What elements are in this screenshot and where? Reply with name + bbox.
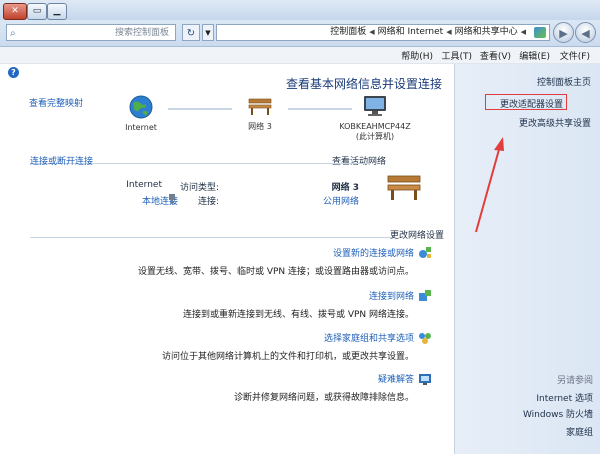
main-content: ? 查看基本网络信息并设置连接 查看完整映射 Internet 网络 3 KOB… bbox=[0, 64, 454, 454]
homegroup-icon bbox=[418, 331, 431, 344]
maximize-window-button[interactable]: ▭ bbox=[27, 3, 47, 20]
close-window-button[interactable]: ✕ bbox=[3, 3, 27, 20]
address-bar-row: ⌕ 搜索控制面板 ↻ ▼ 控制面板 ◀ 网络和 Internet ◀ 网络和共享中心 ◀ … bbox=[0, 20, 600, 47]
sidebar-item-internet-options[interactable]: Internet 选项 bbox=[536, 391, 593, 404]
annotation-arrow bbox=[475, 137, 504, 233]
breadcrumb-item[interactable]: 控制面板 bbox=[330, 27, 366, 37]
homegroup-link[interactable]: 选择家庭组和共享选项 bbox=[162, 331, 414, 344]
sidebar-item-homegroup[interactable]: 家庭组 bbox=[566, 425, 593, 438]
internet-node[interactable]: Internet bbox=[124, 94, 158, 132]
ethernet-icon bbox=[169, 194, 175, 204]
help-icon[interactable]: ? bbox=[8, 67, 19, 78]
full-map-link[interactable]: 查看完整映射 bbox=[29, 96, 83, 109]
see-also-heading: 另请参阅 bbox=[556, 376, 593, 386]
internet-label: Internet bbox=[125, 123, 157, 132]
change-settings-heading: 更改网络设置 bbox=[389, 231, 444, 241]
active-network-name: 网络 3 bbox=[331, 183, 359, 193]
computer-sublabel: (此计算机) bbox=[355, 132, 395, 141]
active-networks-heading: 查看活动网络 bbox=[331, 157, 386, 167]
back-button[interactable]: ◀ bbox=[575, 22, 596, 43]
computer-node: KOBKEAHMCP44Z (此计算机) bbox=[330, 94, 420, 142]
menu-help[interactable]: 帮助(H) bbox=[401, 49, 433, 62]
task-description: 设置无线、宽带、拨号、临时或 VPN 连接；或设置路由器或访问点。 bbox=[137, 267, 414, 277]
task-troubleshoot: 疑难解答 诊断并修复网络问题，或获得故障排除信息。 bbox=[234, 372, 414, 403]
connections-label: 连接: bbox=[197, 197, 219, 207]
network-type-link[interactable]: 公用网络 bbox=[323, 194, 359, 207]
access-type-value: Internet bbox=[126, 180, 162, 190]
sidebar-item-change-adapter-settings[interactable]: 更改适配器设置 bbox=[500, 97, 563, 110]
sidebar-item-windows-firewall[interactable]: Windows 防火墙 bbox=[523, 407, 593, 420]
connect-disconnect-link[interactable]: 连接或断开连接 bbox=[30, 154, 93, 167]
connect-network-link[interactable]: 连接到网络 bbox=[183, 289, 414, 302]
chevron-icon: ◀ bbox=[369, 28, 375, 36]
page-title: 查看基本网络信息并设置连接 bbox=[285, 77, 442, 91]
bench-icon bbox=[248, 98, 272, 115]
menu-view[interactable]: 查看(V) bbox=[480, 49, 511, 62]
network-node: 网络 3 bbox=[240, 96, 280, 132]
breadcrumb-item[interactable]: 网络和共享中心 bbox=[455, 27, 518, 37]
search-icon: ⌕ bbox=[10, 28, 16, 39]
menu-file[interactable]: 文件(F) bbox=[560, 49, 590, 62]
chevron-icon: ◀ bbox=[520, 28, 526, 36]
globe-icon bbox=[129, 95, 153, 119]
connect-network-icon bbox=[418, 289, 431, 302]
control-panel-icon bbox=[534, 27, 546, 38]
title-bar: ✕ ▭ ▁ bbox=[0, 0, 600, 20]
sidebar-item-advanced-sharing[interactable]: 更改高级共享设置 bbox=[519, 116, 591, 129]
minimize-window-button[interactable]: ▁ bbox=[47, 3, 67, 20]
refresh-button[interactable]: ↻ bbox=[182, 24, 200, 41]
sidebar: 控制面板主页 更改适配器设置 更改高级共享设置 另请参阅 Internet 选项… bbox=[454, 64, 600, 454]
task-description: 诊断并修复网络问题，或获得故障排除信息。 bbox=[233, 393, 414, 403]
menu-bar: 文件(F) 编辑(E) 查看(V) 工具(T) 帮助(H) bbox=[0, 47, 600, 64]
new-connection-icon bbox=[418, 246, 431, 259]
task-homegroup: 选择家庭组和共享选项 访问位于其他网络计算机上的文件和打印机，或更改共享设置。 bbox=[162, 331, 414, 362]
task-new-connection: 设置新的连接或网络 设置无线、宽带、拨号、临时或 VPN 连接；或设置路由器或访… bbox=[138, 246, 414, 277]
computer-name: KOBKEAHMCP44Z bbox=[339, 122, 411, 131]
search-input[interactable]: ⌕ 搜索控制面板 bbox=[6, 24, 176, 41]
network-sharing-center-window: ✕ ▭ ▁ ⌕ 搜索控制面板 ↻ ▼ 控制面板 ◀ 网络和 Internet ◀ 网络和… bbox=[0, 0, 600, 454]
sidebar-item-control-panel-home[interactable]: 控制面板主页 bbox=[537, 75, 591, 88]
chevron-icon: ◀ bbox=[446, 28, 452, 36]
breadcrumb-item[interactable]: 网络和 Internet bbox=[378, 27, 444, 37]
address-history-dropdown[interactable]: ▼ bbox=[202, 24, 214, 41]
menu-edit[interactable]: 编辑(E) bbox=[519, 49, 550, 62]
search-placeholder: 搜索控制面板 bbox=[114, 28, 169, 38]
menu-tools[interactable]: 工具(T) bbox=[441, 49, 472, 62]
forward-button[interactable]: ▶ bbox=[553, 22, 574, 43]
bench-icon bbox=[387, 175, 421, 200]
network-label: 网络 3 bbox=[248, 122, 272, 131]
task-description: 访问位于其他网络计算机上的文件和打印机，或更改共享设置。 bbox=[161, 352, 414, 362]
task-description: 连接到或重新连接到无线、有线、拨号或 VPN 网络连接。 bbox=[182, 310, 414, 320]
access-type-label: 访问类型: bbox=[179, 183, 219, 193]
task-connect-network: 连接到网络 连接到或重新连接到无线、有线、拨号或 VPN 网络连接。 bbox=[183, 289, 414, 320]
divider bbox=[30, 237, 392, 238]
troubleshoot-icon bbox=[418, 372, 431, 385]
connection-line bbox=[168, 108, 232, 110]
computer-icon bbox=[364, 96, 386, 116]
breadcrumb[interactable]: 控制面板 ◀ 网络和 Internet ◀ 网络和共享中心 ◀ bbox=[216, 24, 550, 41]
new-connection-link[interactable]: 设置新的连接或网络 bbox=[138, 246, 414, 259]
troubleshoot-link[interactable]: 疑难解答 bbox=[234, 372, 414, 385]
